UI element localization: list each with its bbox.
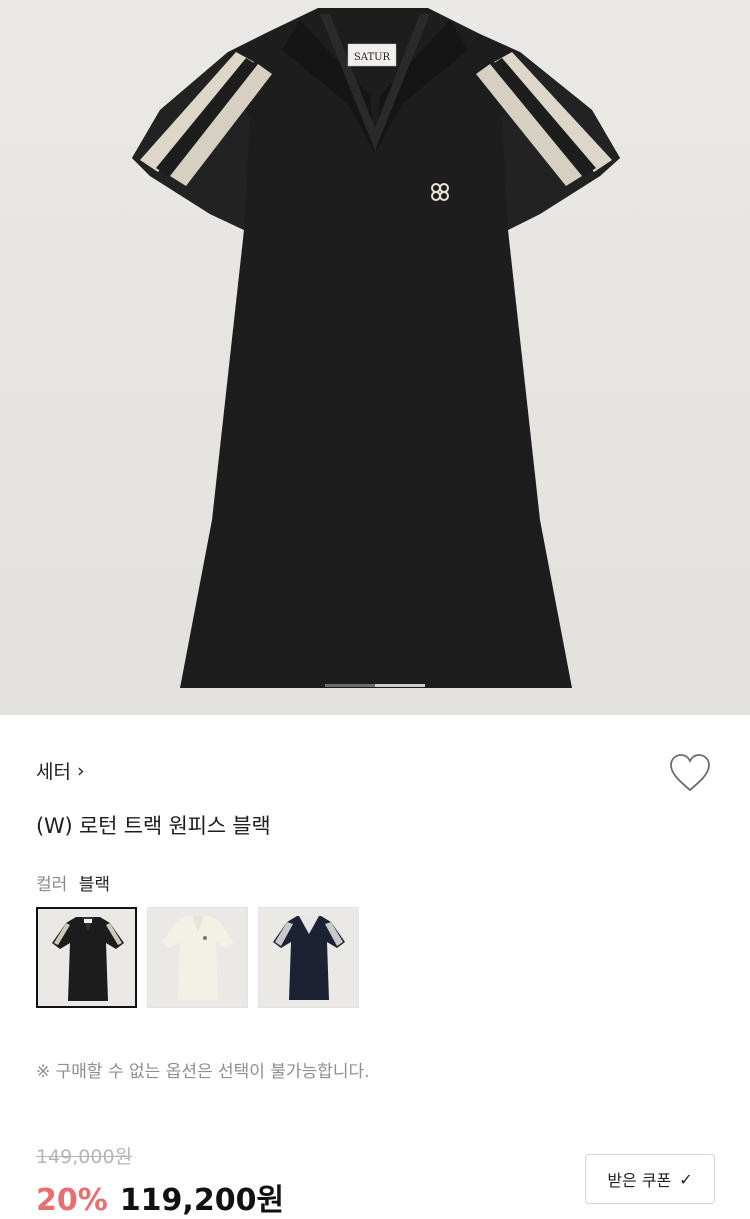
color-selected-value: 블랙 <box>78 875 110 895</box>
color-swatch-navy[interactable] <box>258 907 359 1008</box>
option-notice: ※ 구매할 수 없는 옵션은 선택이 불가능합니다. <box>36 1062 370 1082</box>
svg-text:SATUR: SATUR <box>354 52 391 63</box>
coupon-button[interactable]: 받은 쿠폰 ✓ <box>585 1154 715 1204</box>
color-swatch-black[interactable] <box>36 907 137 1008</box>
coupon-label: 받은 쿠폰 <box>607 1171 672 1190</box>
dress-thumbnail-black <box>52 917 124 1001</box>
sale-price-row: 20% 119,200원 <box>36 1175 284 1219</box>
check-icon: ✓ <box>679 1169 693 1189</box>
brand-link[interactable]: 세터 › <box>36 757 85 784</box>
sale-price: 119,200원 <box>119 1183 285 1218</box>
slide-indicator <box>325 684 425 687</box>
dress-illustration: SATUR <box>132 8 620 688</box>
product-hero-image[interactable]: SATUR <box>0 0 750 715</box>
color-option-label: 컬러 블랙 <box>36 870 110 895</box>
product-title: (W) 로턴 트랙 원피스 블랙 <box>36 814 271 838</box>
color-swatch-cream[interactable] <box>147 907 248 1008</box>
chevron-right-icon: › <box>76 759 85 782</box>
dress-thumbnail-navy <box>273 916 345 1000</box>
discount-rate: 20% <box>36 1183 108 1218</box>
color-label: 컬러 <box>36 875 68 895</box>
brand-name: 세터 <box>36 761 71 783</box>
heart-icon[interactable] <box>668 752 712 794</box>
slide-indicator-active <box>325 684 375 687</box>
original-price: 149,000원 <box>36 1146 133 1168</box>
dress-thumbnail-cream <box>162 916 234 1000</box>
